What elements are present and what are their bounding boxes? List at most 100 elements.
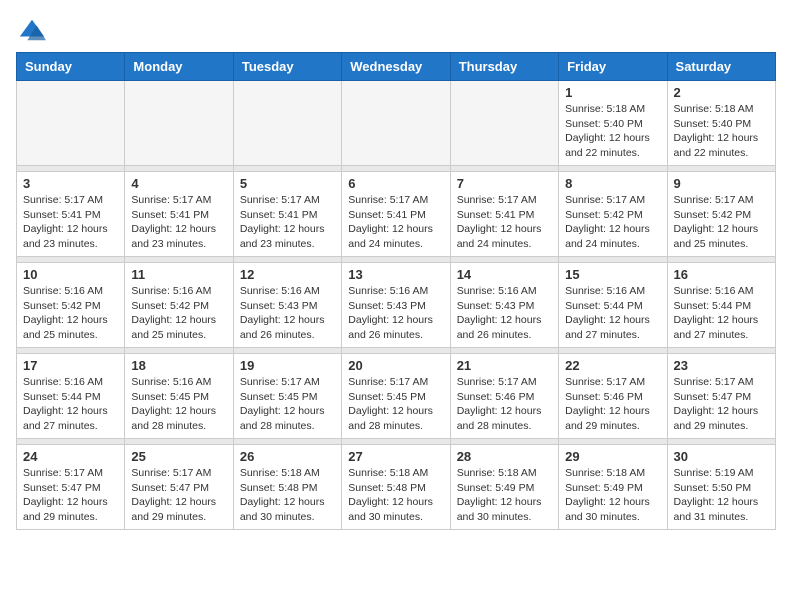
calendar-cell: 6 Sunrise: 5:17 AMSunset: 5:41 PMDaylight… xyxy=(342,172,450,257)
day-info: Sunrise: 5:17 AMSunset: 5:46 PMDaylight:… xyxy=(457,375,552,434)
calendar-cell: 2 Sunrise: 5:18 AMSunset: 5:40 PMDaylight… xyxy=(667,81,775,166)
calendar-cell: 14 Sunrise: 5:16 AMSunset: 5:43 PMDayligh… xyxy=(450,263,558,348)
day-number: 6 xyxy=(348,176,443,191)
calendar-cell: 28 Sunrise: 5:18 AMSunset: 5:49 PMDayligh… xyxy=(450,445,558,530)
calendar-header-monday: Monday xyxy=(125,53,233,81)
day-info: Sunrise: 5:18 AMSunset: 5:49 PMDaylight:… xyxy=(457,466,552,525)
day-number: 15 xyxy=(565,267,660,282)
day-info: Sunrise: 5:18 AMSunset: 5:48 PMDaylight:… xyxy=(240,466,335,525)
day-info: Sunrise: 5:16 AMSunset: 5:44 PMDaylight:… xyxy=(565,284,660,343)
calendar-cell xyxy=(125,81,233,166)
calendar-header-friday: Friday xyxy=(559,53,667,81)
day-number: 19 xyxy=(240,358,335,373)
day-number: 27 xyxy=(348,449,443,464)
day-number: 28 xyxy=(457,449,552,464)
day-info: Sunrise: 5:17 AMSunset: 5:45 PMDaylight:… xyxy=(348,375,443,434)
day-number: 24 xyxy=(23,449,118,464)
calendar-cell xyxy=(342,81,450,166)
calendar-cell: 18Sunrise: 5:16 AMSunset: 5:45 PMDayligh… xyxy=(125,354,233,439)
day-number: 3 xyxy=(23,176,118,191)
day-info: Sunrise: 5:17 AMSunset: 5:41 PMDaylight:… xyxy=(457,193,552,252)
calendar-cell xyxy=(450,81,558,166)
calendar-cell: 19Sunrise: 5:17 AMSunset: 5:45 PMDayligh… xyxy=(233,354,341,439)
day-info: Sunrise: 5:16 AMSunset: 5:43 PMDaylight:… xyxy=(457,284,552,343)
day-number: 17 xyxy=(23,358,118,373)
day-info: Sunrise: 5:17 AMSunset: 5:42 PMDaylight:… xyxy=(674,193,769,252)
calendar-header-wednesday: Wednesday xyxy=(342,53,450,81)
calendar-cell: 9 Sunrise: 5:17 AMSunset: 5:42 PMDaylight… xyxy=(667,172,775,257)
day-number: 8 xyxy=(565,176,660,191)
calendar-cell: 23 Sunrise: 5:17 AMSunset: 5:47 PMDayligh… xyxy=(667,354,775,439)
calendar-cell xyxy=(233,81,341,166)
day-info: Sunrise: 5:17 AMSunset: 5:41 PMDaylight:… xyxy=(240,193,335,252)
day-info: Sunrise: 5:18 AMSunset: 5:48 PMDaylight:… xyxy=(348,466,443,525)
calendar-cell: 26Sunrise: 5:18 AMSunset: 5:48 PMDayligh… xyxy=(233,445,341,530)
day-info: Sunrise: 5:17 AMSunset: 5:47 PMDaylight:… xyxy=(23,466,118,525)
calendar-cell: 15 Sunrise: 5:16 AMSunset: 5:44 PMDayligh… xyxy=(559,263,667,348)
calendar-cell: 3 Sunrise: 5:17 AMSunset: 5:41 PMDaylight… xyxy=(17,172,125,257)
day-number: 11 xyxy=(131,267,226,282)
calendar-cell: 13 Sunrise: 5:16 AMSunset: 5:43 PMDayligh… xyxy=(342,263,450,348)
calendar-cell: 17Sunrise: 5:16 AMSunset: 5:44 PMDayligh… xyxy=(17,354,125,439)
calendar-header-row: SundayMondayTuesdayWednesdayThursdayFrid… xyxy=(17,53,776,81)
day-number: 5 xyxy=(240,176,335,191)
day-info: Sunrise: 5:18 AMSunset: 5:40 PMDaylight:… xyxy=(674,102,769,161)
calendar-cell: 10 Sunrise: 5:16 AMSunset: 5:42 PMDayligh… xyxy=(17,263,125,348)
day-info: Sunrise: 5:17 AMSunset: 5:41 PMDaylight:… xyxy=(23,193,118,252)
day-number: 22 xyxy=(565,358,660,373)
calendar-header-tuesday: Tuesday xyxy=(233,53,341,81)
calendar-header-thursday: Thursday xyxy=(450,53,558,81)
calendar-week-row: 3 Sunrise: 5:17 AMSunset: 5:41 PMDaylight… xyxy=(17,172,776,257)
day-number: 10 xyxy=(23,267,118,282)
day-info: Sunrise: 5:16 AMSunset: 5:45 PMDaylight:… xyxy=(131,375,226,434)
page-header xyxy=(16,16,776,40)
day-number: 16 xyxy=(674,267,769,282)
calendar-week-row: 10 Sunrise: 5:16 AMSunset: 5:42 PMDayligh… xyxy=(17,263,776,348)
calendar-cell: 5 Sunrise: 5:17 AMSunset: 5:41 PMDaylight… xyxy=(233,172,341,257)
day-info: Sunrise: 5:17 AMSunset: 5:47 PMDaylight:… xyxy=(131,466,226,525)
calendar-cell xyxy=(17,81,125,166)
day-number: 25 xyxy=(131,449,226,464)
calendar-header-saturday: Saturday xyxy=(667,53,775,81)
day-number: 9 xyxy=(674,176,769,191)
day-number: 21 xyxy=(457,358,552,373)
day-number: 20 xyxy=(348,358,443,373)
day-info: Sunrise: 5:17 AMSunset: 5:41 PMDaylight:… xyxy=(131,193,226,252)
calendar-week-row: 24 Sunrise: 5:17 AMSunset: 5:47 PMDayligh… xyxy=(17,445,776,530)
calendar-cell: 12 Sunrise: 5:16 AMSunset: 5:43 PMDayligh… xyxy=(233,263,341,348)
calendar-cell: 30 Sunrise: 5:19 AMSunset: 5:50 PMDayligh… xyxy=(667,445,775,530)
day-number: 12 xyxy=(240,267,335,282)
logo xyxy=(16,16,46,40)
calendar-week-row: 17Sunrise: 5:16 AMSunset: 5:44 PMDayligh… xyxy=(17,354,776,439)
day-number: 23 xyxy=(674,358,769,373)
day-info: Sunrise: 5:16 AMSunset: 5:43 PMDaylight:… xyxy=(348,284,443,343)
day-number: 30 xyxy=(674,449,769,464)
day-number: 4 xyxy=(131,176,226,191)
day-number: 13 xyxy=(348,267,443,282)
day-number: 14 xyxy=(457,267,552,282)
calendar-header-sunday: Sunday xyxy=(17,53,125,81)
calendar-cell: 20 Sunrise: 5:17 AMSunset: 5:45 PMDayligh… xyxy=(342,354,450,439)
calendar-cell: 29Sunrise: 5:18 AMSunset: 5:49 PMDayligh… xyxy=(559,445,667,530)
day-info: Sunrise: 5:16 AMSunset: 5:42 PMDaylight:… xyxy=(23,284,118,343)
day-info: Sunrise: 5:17 AMSunset: 5:41 PMDaylight:… xyxy=(348,193,443,252)
calendar-cell: 16 Sunrise: 5:16 AMSunset: 5:44 PMDayligh… xyxy=(667,263,775,348)
day-number: 2 xyxy=(674,85,769,100)
day-info: Sunrise: 5:16 AMSunset: 5:42 PMDaylight:… xyxy=(131,284,226,343)
calendar-cell: 22 Sunrise: 5:17 AMSunset: 5:46 PMDayligh… xyxy=(559,354,667,439)
day-info: Sunrise: 5:17 AMSunset: 5:42 PMDaylight:… xyxy=(565,193,660,252)
day-number: 1 xyxy=(565,85,660,100)
day-info: Sunrise: 5:17 AMSunset: 5:47 PMDaylight:… xyxy=(674,375,769,434)
calendar-cell: 7Sunrise: 5:17 AMSunset: 5:41 PMDaylight… xyxy=(450,172,558,257)
logo-icon xyxy=(18,16,46,44)
day-info: Sunrise: 5:17 AMSunset: 5:46 PMDaylight:… xyxy=(565,375,660,434)
calendar-cell: 4 Sunrise: 5:17 AMSunset: 5:41 PMDaylight… xyxy=(125,172,233,257)
calendar-cell: 24 Sunrise: 5:17 AMSunset: 5:47 PMDayligh… xyxy=(17,445,125,530)
day-info: Sunrise: 5:18 AMSunset: 5:40 PMDaylight:… xyxy=(565,102,660,161)
calendar-cell: 1 Sunrise: 5:18 AMSunset: 5:40 PMDaylight… xyxy=(559,81,667,166)
calendar-cell: 11 Sunrise: 5:16 AMSunset: 5:42 PMDayligh… xyxy=(125,263,233,348)
calendar-cell: 8 Sunrise: 5:17 AMSunset: 5:42 PMDaylight… xyxy=(559,172,667,257)
day-info: Sunrise: 5:16 AMSunset: 5:44 PMDaylight:… xyxy=(674,284,769,343)
day-info: Sunrise: 5:16 AMSunset: 5:43 PMDaylight:… xyxy=(240,284,335,343)
day-info: Sunrise: 5:19 AMSunset: 5:50 PMDaylight:… xyxy=(674,466,769,525)
